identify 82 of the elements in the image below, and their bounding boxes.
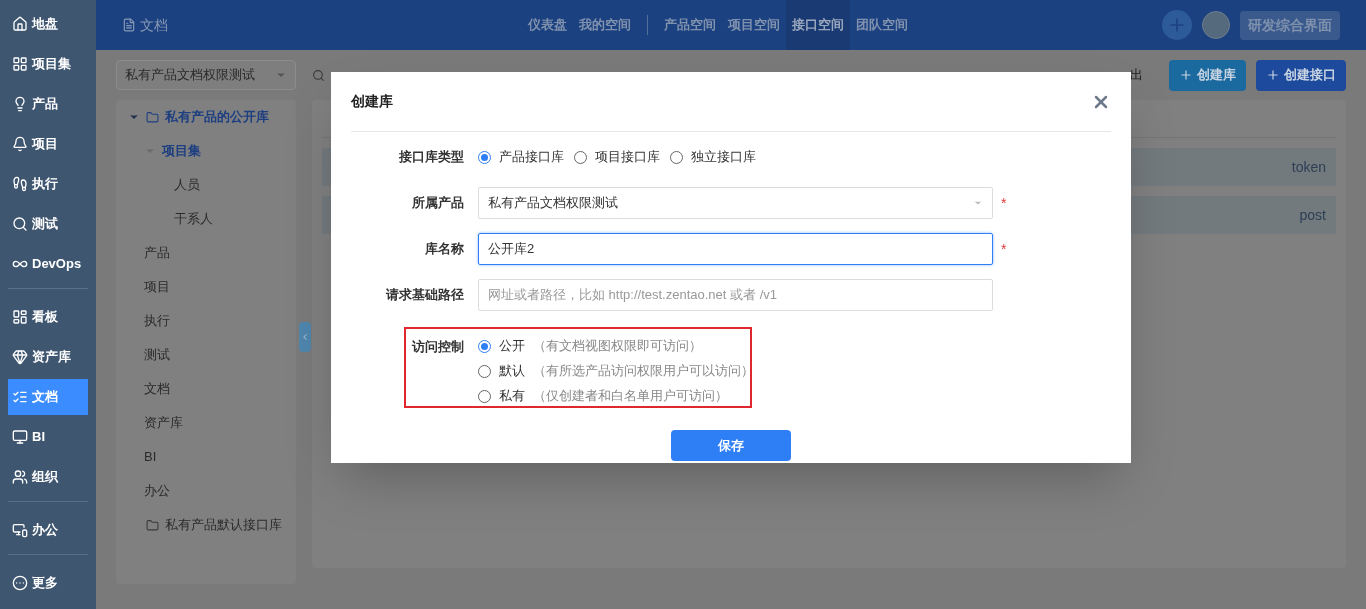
workspace-button[interactable]: 研发综合界面 xyxy=(1240,10,1340,40)
tree-item[interactable]: 办公 xyxy=(144,481,170,501)
bell-icon xyxy=(12,136,28,152)
home-icon xyxy=(12,16,28,32)
gem-icon xyxy=(12,349,28,365)
toolbar-action[interactable]: 出 xyxy=(1130,65,1143,85)
search-icon xyxy=(312,68,325,82)
sidebar-item[interactable]: 组织 xyxy=(8,459,88,495)
page-title: 文档 xyxy=(140,15,168,35)
radio-label[interactable]: 独立接口库 xyxy=(691,147,756,167)
sidebar-item[interactable]: 看板 xyxy=(8,299,88,335)
name-field[interactable]: 公开库2 xyxy=(478,233,993,265)
grid-icon xyxy=(12,56,28,72)
field-label: 接口库类型 xyxy=(398,148,464,167)
list-icon xyxy=(12,389,28,405)
tree-item[interactable]: 资产库 xyxy=(144,413,183,433)
sidebar-item[interactable]: 办公 xyxy=(8,512,88,548)
tree-item[interactable]: 产品 xyxy=(144,243,170,263)
avatar[interactable] xyxy=(1202,11,1230,39)
radio-label[interactable]: 项目接口库 xyxy=(595,147,660,167)
tree-item[interactable]: 干系人 xyxy=(174,209,213,229)
sidebar-item[interactable]: DevOps xyxy=(8,246,88,282)
field-label: 访问控制 xyxy=(410,338,464,356)
sidebar-item[interactable]: BI xyxy=(8,419,88,455)
lightbulb-icon xyxy=(12,96,28,112)
create-button[interactable]: 创建接口 xyxy=(1256,59,1346,91)
tree-item[interactable]: 执行 xyxy=(144,311,170,331)
radio-label[interactable]: 公开 xyxy=(499,336,525,356)
collapse-handle[interactable] xyxy=(299,322,311,352)
board-icon xyxy=(12,309,28,325)
monitor-icon xyxy=(12,522,28,538)
required-mark: * xyxy=(1001,193,1007,213)
tree-item[interactable]: 私有产品默认接口库 xyxy=(165,515,282,535)
tree-item[interactable]: 项目集 xyxy=(162,141,201,161)
dialog-title: 创建库 xyxy=(351,92,393,111)
sidebar-item[interactable]: 项目 xyxy=(8,126,88,162)
tree-item[interactable]: BI xyxy=(144,447,157,467)
plus-icon xyxy=(1266,68,1280,82)
tree-item[interactable]: 测试 xyxy=(144,345,170,365)
nav-tab[interactable]: 我的空间 xyxy=(573,0,637,50)
nav-tab[interactable]: 产品空间 xyxy=(658,0,722,50)
sidebar-item[interactable]: 项目集 xyxy=(8,46,88,82)
caret-icon xyxy=(973,198,983,208)
nav-tab[interactable]: 团队空间 xyxy=(850,0,914,50)
search-icon xyxy=(12,216,28,232)
monitor-icon xyxy=(12,429,28,445)
sidebar-item[interactable]: 地盘 xyxy=(8,6,88,42)
radio-label[interactable]: 私有 xyxy=(499,386,525,406)
nav-tab[interactable]: 项目空间 xyxy=(722,0,786,50)
tree-item[interactable]: 文档 xyxy=(144,379,170,399)
field-label: 所属产品 xyxy=(411,194,464,213)
tree-item[interactable]: 项目 xyxy=(144,277,170,297)
product-select[interactable]: 私有产品文档权限测试 xyxy=(478,187,993,219)
tree-item[interactable]: 私有产品的公开库 xyxy=(165,107,269,127)
nav-tab[interactable]: 接口空间 xyxy=(786,0,850,50)
nav-tab[interactable]: 仪表盘 xyxy=(522,0,573,50)
sidebar-item[interactable]: 更多 xyxy=(8,565,88,601)
required-mark: * xyxy=(1001,239,1007,259)
save-button[interactable]: 保存 xyxy=(671,430,791,461)
users-icon xyxy=(12,469,28,485)
path-field[interactable]: 网址或者路径，比如 http://test.zentao.net 或者 /v1 xyxy=(478,279,993,311)
radio-label[interactable]: 产品接口库 xyxy=(499,147,564,167)
sidebar-item[interactable]: 执行 xyxy=(8,166,88,202)
radio-label[interactable]: 默认 xyxy=(499,361,525,381)
folder-icon xyxy=(146,110,159,124)
document-icon xyxy=(122,18,136,32)
plus-icon xyxy=(1179,68,1193,82)
more-icon xyxy=(12,575,28,591)
sidebar-item[interactable]: 产品 xyxy=(8,86,88,122)
sidebar-item[interactable]: 测试 xyxy=(8,206,88,242)
folder-icon xyxy=(146,518,159,532)
option-hint: （有文档视图权限即可访问） xyxy=(533,337,702,356)
field-label: 请求基础路径 xyxy=(384,286,464,305)
create-button[interactable]: 创建库 xyxy=(1169,59,1246,91)
option-hint: （仅创建者和白名单用户可访问） xyxy=(533,387,728,406)
tree-item[interactable]: 人员 xyxy=(174,175,200,195)
sidebar-item[interactable]: 资产库 xyxy=(8,339,88,375)
sidebar-item[interactable]: 文档 xyxy=(8,379,88,415)
product-select[interactable]: 私有产品文档权限测试 xyxy=(116,60,296,90)
field-label: 库名称 xyxy=(424,240,464,259)
footprints-icon xyxy=(12,176,28,192)
option-hint: （有所选产品访问权限用户可以访问） xyxy=(533,362,754,381)
